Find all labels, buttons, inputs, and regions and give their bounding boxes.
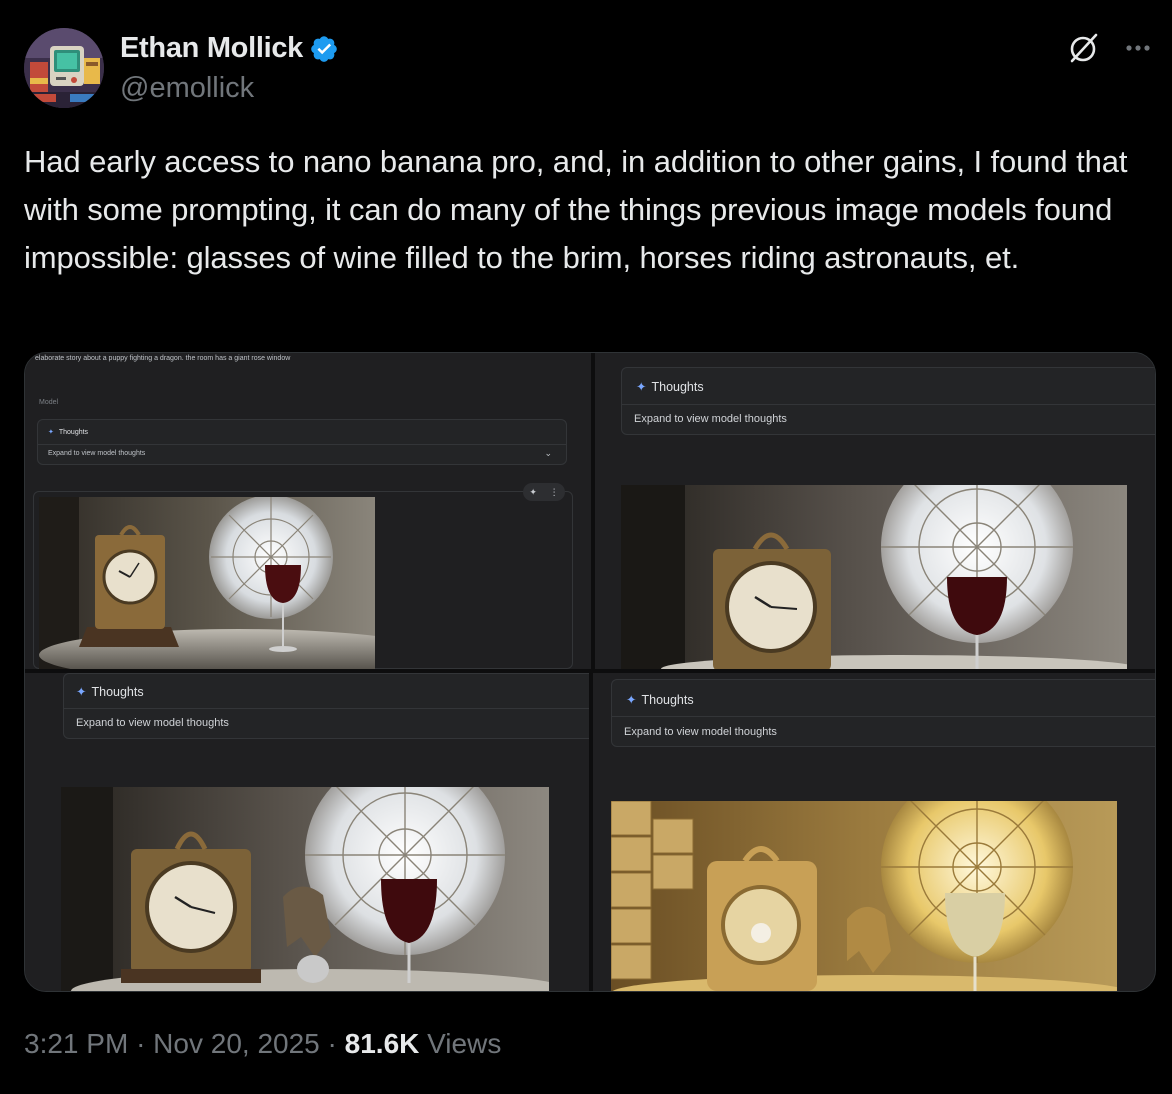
generated-image-4[interactable] [611,801,1117,991]
thoughts-label: Thoughts [651,379,704,394]
thoughts-box[interactable]: ✦ Thoughts Expand to view model thoughts [63,673,589,739]
meta-separator: · [327,1028,337,1059]
generated-image-1[interactable] [39,497,375,669]
expand-thoughts[interactable]: Expand to view model thoughts [624,726,777,738]
media-panel-3[interactable]: ✦ Thoughts Expand to view model thoughts [25,673,589,991]
author-name[interactable]: Ethan Mollick [120,32,303,65]
author-name-row[interactable]: Ethan Mollick [120,32,339,65]
meta-separator: · [136,1028,146,1059]
views-count: 81.6K [344,1028,420,1059]
thoughts-box[interactable]: ✦ Thoughts Expand to view model thoughts [621,367,1155,435]
sparkle-icon[interactable]: ✦ [529,487,537,498]
sparkle-icon: ✦ [76,685,87,699]
tweet-meta: 3:21 PM · Nov 20, 2025 · 81.6K Views [24,1028,501,1060]
sparkle-icon: ✦ [636,380,647,394]
avatar[interactable] [24,28,104,108]
thoughts-label: Thoughts [91,684,144,699]
media-panel-2[interactable]: ✦ Thoughts Expand to view model thoughts [595,353,1155,669]
sparkle-icon: ✦ [48,429,54,436]
author-handle[interactable]: @emollick [120,72,254,105]
views-label: Views [427,1028,502,1059]
media-panel-4[interactable]: ✦ Thoughts Expand to view model thoughts [593,673,1155,991]
expand-thoughts[interactable]: Expand to view model thoughts [76,717,229,729]
media-panel-1[interactable]: elaborate story about a puppy fighting a… [25,353,591,669]
expand-thoughts[interactable]: Expand to view model thoughts [48,450,145,457]
more-icon[interactable] [1120,30,1156,66]
generated-image-3[interactable] [61,787,549,991]
expand-thoughts[interactable]: Expand to view model thoughts [634,413,787,425]
thoughts-box[interactable]: ✦ Thoughts Expand to view model thoughts [611,679,1155,747]
kebab-menu-icon[interactable]: ⋮ [550,487,559,498]
tweet-text: Had early access to nano banana pro, and… [24,144,1128,275]
tweet-media[interactable]: elaborate story about a puppy fighting a… [24,352,1156,992]
sparkle-icon: ✦ [626,693,637,707]
tweet-time[interactable]: 3:21 PM [24,1028,128,1059]
thoughts-box[interactable]: ✦ Thoughts Expand to view model thoughts… [37,419,567,465]
generated-image-2[interactable] [621,485,1127,669]
thoughts-label: Thoughts [641,692,694,707]
verified-badge-icon[interactable] [309,34,339,64]
avatar-image [24,28,104,108]
prompt-text: elaborate story about a puppy fighting a… [35,355,291,362]
grok-icon[interactable] [1066,30,1102,66]
model-label: Model [39,399,59,406]
chevron-down-icon[interactable]: ⌄ [544,448,552,459]
tweet-date[interactable]: Nov 20, 2025 [153,1028,320,1059]
image-toolbar[interactable]: ✦ ⋮ [523,483,565,501]
thoughts-label: Thoughts [58,428,89,436]
